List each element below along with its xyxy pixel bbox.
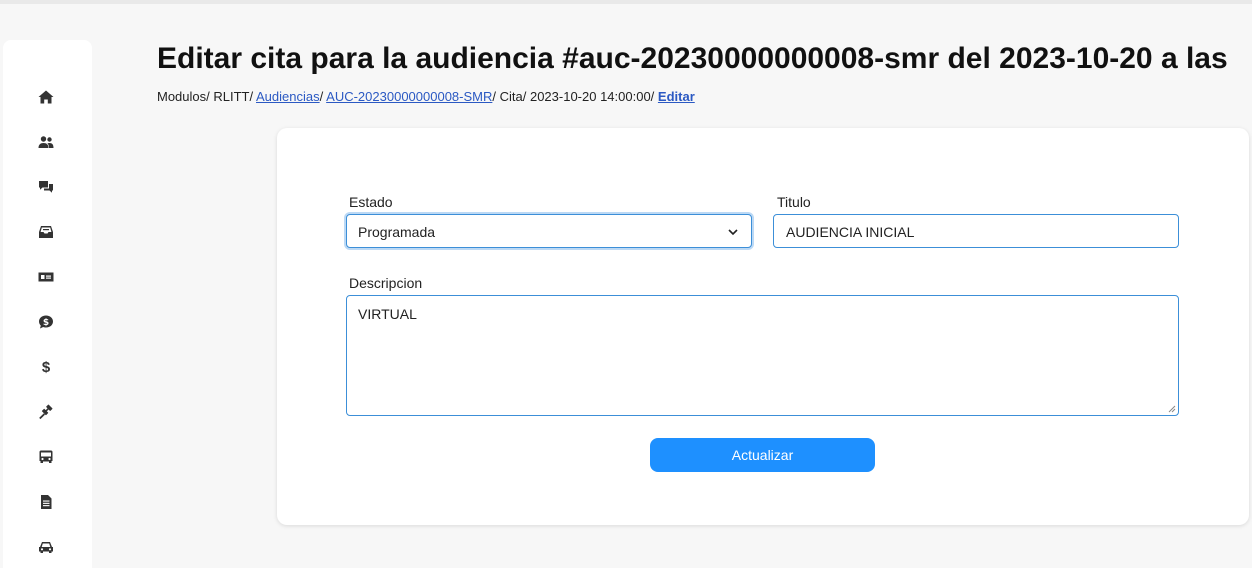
breadcrumb-editar-link[interactable]: Editar [658, 89, 695, 104]
titulo-input-value: AUDIENCIA INICIAL [786, 224, 915, 240]
breadcrumb-rlitt: RLITT/ [213, 89, 254, 104]
svg-text:$: $ [43, 318, 49, 328]
breadcrumb: Modulos/ RLITT/ Audiencias/ AUC-20230000… [157, 89, 695, 104]
descripcion-textarea-value: VIRTUAL [358, 306, 417, 322]
estado-select-value: Programada [358, 224, 436, 240]
money-bill-icon[interactable] [36, 267, 56, 287]
bus-icon[interactable] [36, 447, 56, 467]
titulo-label: Titulo [777, 194, 811, 210]
breadcrumb-cita: / Cita/ [492, 89, 527, 104]
inbox-icon[interactable] [36, 222, 56, 242]
resize-grip-icon[interactable] [1167, 404, 1176, 413]
breadcrumb-audiencias-link[interactable]: Audiencias [256, 89, 320, 104]
chat-icon[interactable] [36, 177, 56, 197]
car-icon[interactable] [36, 537, 56, 557]
breadcrumb-case-link[interactable]: AUC-20230000000008-SMR [326, 89, 492, 104]
top-border [0, 0, 1252, 4]
comment-dollar-icon[interactable]: $ [36, 312, 56, 332]
estado-select[interactable]: Programada [346, 214, 752, 248]
home-icon[interactable] [36, 87, 56, 107]
page-title: Editar cita para la audiencia #auc-20230… [157, 42, 1228, 75]
document-icon[interactable] [36, 492, 56, 512]
breadcrumb-modulos: Modulos/ [157, 89, 210, 104]
actualizar-button[interactable]: Actualizar [650, 438, 875, 472]
chevron-down-icon [728, 229, 738, 236]
titulo-input[interactable]: AUDIENCIA INICIAL [773, 214, 1179, 248]
dollar-icon[interactable]: $ [36, 357, 56, 377]
breadcrumb-datetime: 2023-10-20 14:00:00/ [529, 89, 655, 104]
users-icon[interactable] [36, 132, 56, 152]
descripcion-textarea[interactable]: VIRTUAL [346, 295, 1179, 416]
gavel-icon[interactable] [36, 402, 56, 422]
descripcion-label: Descripcion [349, 275, 423, 291]
breadcrumb-separator: / [319, 89, 324, 104]
edit-form-card: Estado Programada Titulo AUDIENCIA INICI… [277, 128, 1249, 525]
estado-label: Estado [349, 194, 393, 210]
sidebar: $ $ [3, 40, 92, 568]
